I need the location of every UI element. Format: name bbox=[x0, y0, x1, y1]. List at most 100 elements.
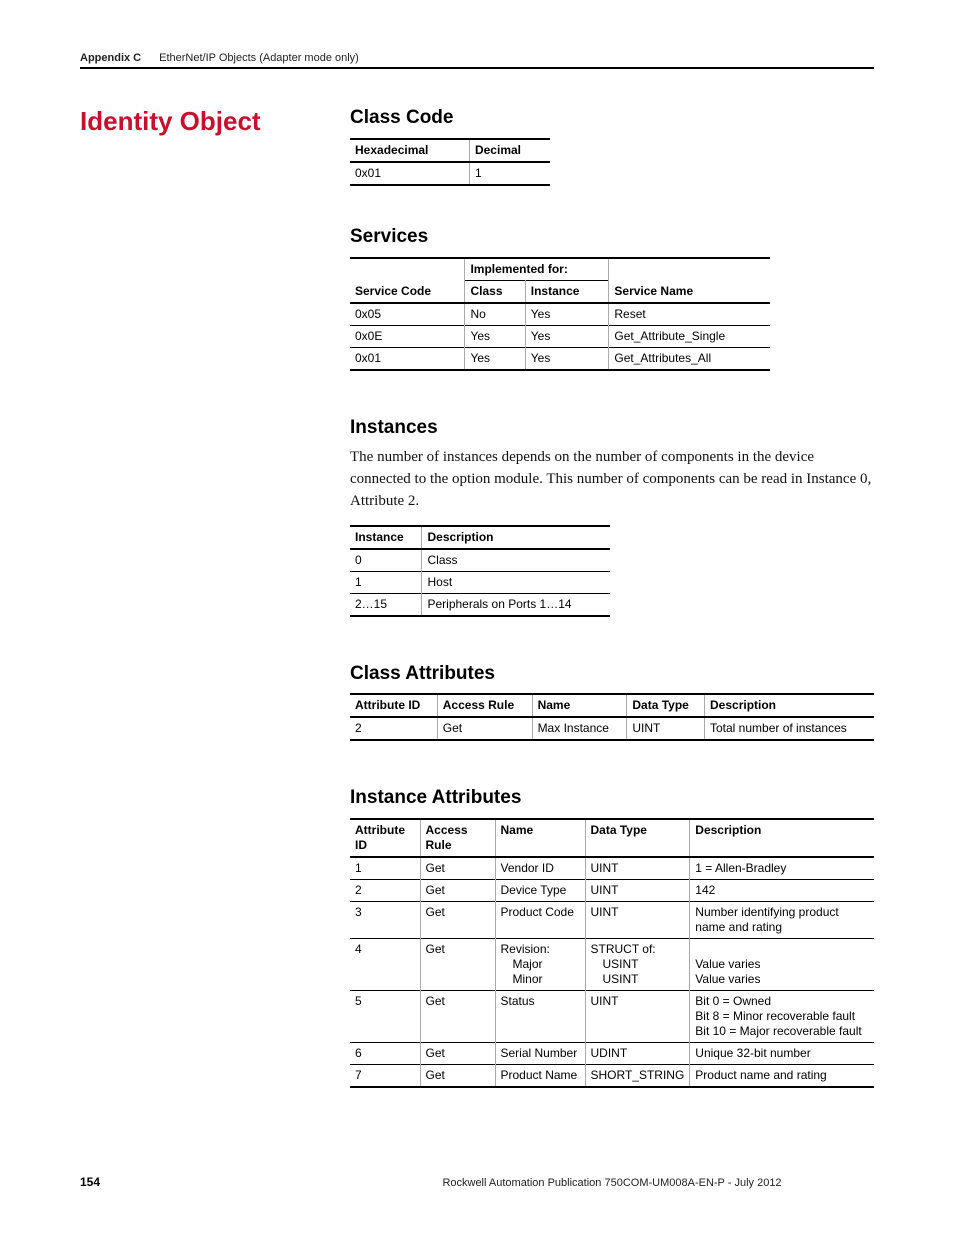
table-row: 5 Get Status UINT Bit 0 = Owned Bit 8 = … bbox=[350, 991, 874, 1043]
section-instances: Instances The number of instances depend… bbox=[350, 417, 874, 617]
cell: Product Name bbox=[495, 1065, 585, 1088]
cell: Status bbox=[495, 991, 585, 1043]
page-footer: 154 Rockwell Automation Publication 750C… bbox=[80, 1175, 874, 1189]
cell: Device Type bbox=[495, 880, 585, 902]
cell: 0x05 bbox=[350, 303, 465, 326]
cell: 0 bbox=[350, 549, 422, 572]
cell: Get_Attribute_Single bbox=[609, 325, 770, 347]
cell: UDINT bbox=[585, 1043, 690, 1065]
cell: Revision: Major Minor bbox=[495, 939, 585, 991]
table-row: 2 Get Device Type UINT 142 bbox=[350, 880, 874, 902]
table-row: 6 Get Serial Number UDINT Unique 32-bit … bbox=[350, 1043, 874, 1065]
cell: 0x0E bbox=[350, 325, 465, 347]
col-access-rule: Access Rule bbox=[437, 694, 532, 717]
col-data-type: Data Type bbox=[627, 694, 705, 717]
cell: Vendor ID bbox=[495, 857, 585, 880]
table-instances: Instance Description 0 Class 1 Host 2…15… bbox=[350, 525, 610, 617]
line: USINT bbox=[591, 957, 639, 971]
col-class: Class bbox=[465, 280, 525, 303]
cell: 2 bbox=[350, 880, 420, 902]
cell: Get bbox=[420, 857, 495, 880]
col-instance: Instance bbox=[350, 526, 422, 549]
cell: 0x01 bbox=[350, 347, 465, 370]
heading-instance-attributes: Instance Attributes bbox=[350, 787, 874, 810]
cell: UINT bbox=[627, 717, 705, 740]
cell: Product name and rating bbox=[690, 1065, 874, 1088]
cell: UINT bbox=[585, 857, 690, 880]
table-class-code: Hexadecimal Decimal 0x01 1 bbox=[350, 138, 550, 186]
cell: Get bbox=[420, 991, 495, 1043]
table-instance-attributes: Attribute ID Access Rule Name Data Type … bbox=[350, 818, 874, 1088]
cell: 2 bbox=[350, 717, 437, 740]
table-row: 1 Get Vendor ID UINT 1 = Allen-Bradley bbox=[350, 857, 874, 880]
col-access-rule: Access Rule bbox=[420, 819, 495, 857]
col-data-type: Data Type bbox=[585, 819, 690, 857]
cell: Yes bbox=[465, 347, 525, 370]
line: Bit 8 = Minor recoverable fault bbox=[695, 1009, 855, 1023]
cell: Serial Number bbox=[495, 1043, 585, 1065]
line: Minor bbox=[501, 972, 543, 986]
section-instance-attributes: Instance Attributes Attribute ID Access … bbox=[350, 787, 874, 1088]
line: Value varies bbox=[695, 972, 760, 986]
col-description: Description bbox=[705, 694, 875, 717]
line: Bit 10 = Major recoverable fault bbox=[695, 1024, 861, 1038]
page-number: 154 bbox=[80, 1175, 350, 1189]
col-description: Description bbox=[690, 819, 874, 857]
col-service-code: Service Code bbox=[350, 258, 465, 303]
cell: Get bbox=[420, 1043, 495, 1065]
cell: 4 bbox=[350, 939, 420, 991]
cell: 6 bbox=[350, 1043, 420, 1065]
cell: 5 bbox=[350, 991, 420, 1043]
line: Major bbox=[501, 957, 543, 971]
cell: Reset bbox=[609, 303, 770, 326]
cell: Get bbox=[437, 717, 532, 740]
cell: 3 bbox=[350, 902, 420, 939]
cell: 1 = Allen-Bradley bbox=[690, 857, 874, 880]
cell: Get_Attributes_All bbox=[609, 347, 770, 370]
cell: 7 bbox=[350, 1065, 420, 1088]
cell: 0x01 bbox=[350, 162, 469, 185]
instances-body: The number of instances depends on the n… bbox=[350, 447, 874, 512]
table-services: Service Code Implemented for: Service Na… bbox=[350, 257, 770, 371]
cell: 142 bbox=[690, 880, 874, 902]
cell: 1 bbox=[350, 571, 422, 593]
cell: Get bbox=[420, 939, 495, 991]
line: STRUCT of: bbox=[591, 942, 656, 956]
col-instance: Instance bbox=[525, 280, 609, 303]
cell: Product Code bbox=[495, 902, 585, 939]
table-row: 4 Get Revision: Major Minor STRUCT of: U… bbox=[350, 939, 874, 991]
col-name: Name bbox=[532, 694, 627, 717]
cell: No bbox=[465, 303, 525, 326]
section-class-code: Class Code Hexadecimal Decimal 0x01 1 bbox=[350, 107, 874, 186]
cell: Unique 32-bit number bbox=[690, 1043, 874, 1065]
cell: Bit 0 = Owned Bit 8 = Minor recoverable … bbox=[690, 991, 874, 1043]
cell: Total number of instances bbox=[705, 717, 875, 740]
cell: UINT bbox=[585, 991, 690, 1043]
col-description: Description bbox=[422, 526, 610, 549]
line: Revision: bbox=[501, 942, 550, 956]
cell: Get bbox=[420, 1065, 495, 1088]
line: USINT bbox=[591, 972, 639, 986]
col-hex: Hexadecimal bbox=[350, 139, 469, 162]
cell: STRUCT of: USINT USINT bbox=[585, 939, 690, 991]
cell: Yes bbox=[465, 325, 525, 347]
table-class-attributes: Attribute ID Access Rule Name Data Type … bbox=[350, 693, 874, 741]
cell: Class bbox=[422, 549, 610, 572]
cell: 1 bbox=[469, 162, 550, 185]
cell: Yes bbox=[525, 303, 609, 326]
col-dec: Decimal bbox=[469, 139, 550, 162]
cell: Peripherals on Ports 1…14 bbox=[422, 593, 610, 616]
heading-class-attributes: Class Attributes bbox=[350, 663, 874, 686]
appendix-label: Appendix C bbox=[80, 52, 141, 64]
group-implemented-for: Implemented for: bbox=[465, 258, 609, 281]
heading-class-code: Class Code bbox=[350, 107, 874, 130]
col-service-name: Service Name bbox=[609, 258, 770, 303]
section-services: Services Service Code Implemented for: S… bbox=[350, 226, 874, 371]
cell: Get bbox=[420, 880, 495, 902]
publication-line: Rockwell Automation Publication 750COM-U… bbox=[350, 1177, 874, 1189]
table-row: 7 Get Product Name SHORT_STRING Product … bbox=[350, 1065, 874, 1088]
topic-label: EtherNet/IP Objects (Adapter mode only) bbox=[159, 52, 359, 64]
cell: Host bbox=[422, 571, 610, 593]
line: Bit 0 = Owned bbox=[695, 994, 771, 1008]
line: Value varies bbox=[695, 957, 760, 971]
